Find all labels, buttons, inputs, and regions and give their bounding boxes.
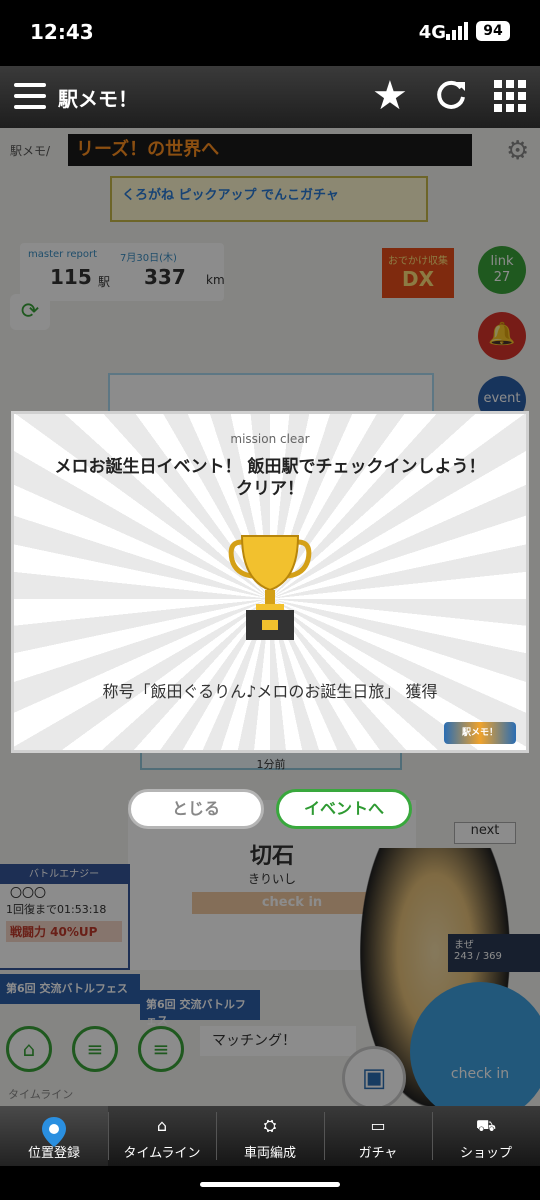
- mission-message-line2: クリア！: [236, 479, 304, 499]
- star-icon[interactable]: ★: [372, 74, 408, 118]
- train-icon: ⛭: [263, 1116, 277, 1135]
- mission-clear-caption: mission clear: [230, 432, 310, 446]
- tab-label: ガチャ: [358, 1146, 398, 1161]
- home-indicator[interactable]: [200, 1182, 340, 1187]
- tab-location-register[interactable]: 位置登録: [0, 1106, 108, 1166]
- ekimemo-logo: 駅メモ！: [444, 722, 516, 744]
- go-to-event-button[interactable]: イベントへ: [276, 789, 412, 829]
- tab-label: 位置登録: [27, 1146, 80, 1161]
- tab-label: タイムライン: [123, 1146, 201, 1161]
- tab-label: ショップ: [459, 1146, 512, 1161]
- network-type: 4G: [418, 22, 446, 43]
- gesture-bar: [0, 1166, 540, 1200]
- app-title: 駅メモ！: [58, 87, 138, 111]
- close-button[interactable]: とじる: [128, 789, 264, 829]
- location-pin-icon: [0, 1106, 108, 1147]
- mission-message-line1: メロお誕生日イベント！ 飯田駅でチェックインしよう！: [54, 457, 486, 477]
- hamburger-menu-icon[interactable]: [14, 83, 46, 109]
- status-time: 12:43: [30, 20, 94, 44]
- cart-icon: ⛟: [475, 1116, 497, 1135]
- status-bar: 12:43 4G 94: [0, 0, 540, 66]
- bottom-tab-bar: 位置登録 ⌂ タイムライン ⛭ 車両編成 ▭ ガチャ ⛟ ショップ: [0, 1106, 540, 1166]
- tab-shop[interactable]: ⛟ ショップ: [432, 1106, 540, 1166]
- signal-icon: [446, 22, 468, 40]
- home-icon: ⌂: [156, 1116, 168, 1135]
- ticket-icon: ▭: [370, 1116, 386, 1135]
- reward-text: 称号「飯田ぐるりん♪メロのお誕生日旅」 獲得: [102, 682, 438, 701]
- tab-timeline[interactable]: ⌂ タイムライン: [108, 1106, 216, 1166]
- app-header: 駅メモ！ ★: [0, 66, 540, 128]
- battery-icon: 94: [476, 21, 510, 41]
- grid-menu-icon[interactable]: [494, 80, 526, 112]
- tab-gacha[interactable]: ▭ ガチャ: [324, 1106, 432, 1166]
- tab-formation[interactable]: ⛭ 車両編成: [216, 1106, 324, 1166]
- mission-message: メロお誕生日イベント！ 飯田駅でチェックインしよう！ クリア！: [24, 456, 516, 500]
- tab-label: 車両編成: [243, 1146, 296, 1161]
- refresh-icon[interactable]: [434, 78, 468, 112]
- mission-clear-dialog: mission clear メロお誕生日イベント！ 飯田駅でチェックインしよう！…: [11, 411, 529, 753]
- trophy-icon: [228, 535, 312, 640]
